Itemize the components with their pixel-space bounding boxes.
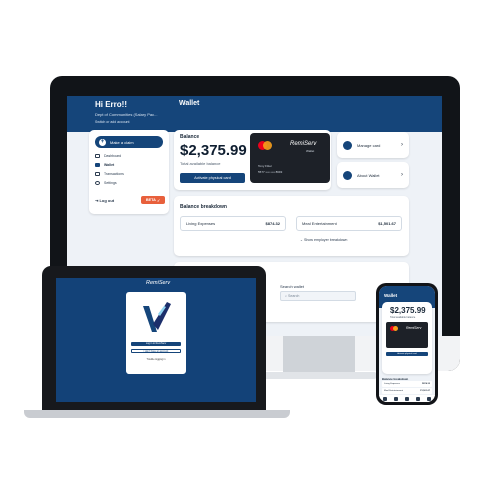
department-label: Dept of Communities (Salary Pac... xyxy=(95,112,158,117)
page-title: Wallet xyxy=(179,100,200,107)
card-holder: Tony Fitter xyxy=(258,164,273,168)
mastercard-icon-overlap xyxy=(393,326,398,331)
gear-icon xyxy=(95,181,100,185)
sidebar-item-wallet[interactable]: Wallet xyxy=(95,161,163,169)
card-brand-sub: Wallet xyxy=(306,149,315,153)
sidebar-item-label: Wallet xyxy=(104,163,115,167)
phone-title: Wallet xyxy=(384,293,398,298)
transactions-icon[interactable] xyxy=(416,396,421,401)
logout-button[interactable]: ⇥ Log out xyxy=(95,198,114,203)
logout-label: Log out xyxy=(99,198,115,203)
monitor-stand xyxy=(283,332,355,372)
sidebar-item-transactions[interactable]: Transactions xyxy=(95,170,163,178)
breakdown-item: Living Expenses $874.32 xyxy=(180,216,286,231)
balance-label: Balance xyxy=(180,134,200,140)
manage-card-button[interactable]: Manage card › xyxy=(337,132,409,158)
card-brand: RemiServ xyxy=(290,141,317,147)
phone-item-label: Living Expenses xyxy=(384,383,400,385)
about-wallet-button[interactable]: About Wallet › xyxy=(337,162,409,188)
transactions-icon xyxy=(95,172,100,176)
breakdown-item: Meal Entertainment $1,501.67 xyxy=(296,216,402,231)
monitor-stand-base xyxy=(262,372,377,379)
activate-card-button[interactable]: Activate physical card xyxy=(180,173,245,183)
chevron-right-icon: › xyxy=(401,142,403,148)
breakdown-item-label: Living Expenses xyxy=(186,221,216,226)
balance-card: Balance $2,375.99 Total available balanc… xyxy=(174,130,331,190)
laptop-base xyxy=(24,410,290,418)
greeting: Hi Erro!! xyxy=(95,100,127,109)
trouble-login-link[interactable]: Trouble logging in xyxy=(131,358,181,361)
balance-breakdown-card: Balance breakdown Living Expenses $874.3… xyxy=(174,196,409,256)
phone-item-value: $1,501.67 xyxy=(420,390,430,392)
v-check-logo-icon xyxy=(143,302,171,332)
make-claim-button[interactable]: + Make a claim xyxy=(95,136,163,148)
breakdown-item-value: $1,501.67 xyxy=(378,221,396,226)
home-icon xyxy=(95,154,100,158)
login-card: Log in to RemiServ I don't have an accou… xyxy=(126,292,186,374)
phone-breakdown-item: Meal Entertainment $1,501.67 xyxy=(382,388,432,394)
plus-icon: + xyxy=(99,138,106,146)
phone-balance-amount: $2,375.99 xyxy=(390,306,426,315)
beta-label: BETA xyxy=(145,198,156,202)
phone-item-label: Meal Entertainment xyxy=(384,390,403,392)
mastercard-icon-overlap xyxy=(263,141,272,150)
login-button[interactable]: Log in to RemiServ xyxy=(131,342,181,346)
manage-card-label: Manage card xyxy=(357,142,381,148)
breakdown-item-value: $874.32 xyxy=(265,221,280,226)
sidebar-item-label: Dashboard xyxy=(104,154,122,158)
laptop-brand-logo: RemiServ xyxy=(146,280,171,286)
phone-payment-card[interactable]: RemiServ xyxy=(386,322,428,348)
balance-amount: $2,375.99 xyxy=(180,142,247,159)
switch-account-link[interactable]: Switch or add account xyxy=(95,120,129,124)
beta-badge[interactable]: BETA ✓ xyxy=(141,196,165,204)
phone-breakdown-item: Living Expenses $874.32 xyxy=(382,381,432,387)
gear-icon[interactable] xyxy=(427,396,432,401)
wallet-icon xyxy=(95,163,100,167)
breakdown-title: Balance breakdown xyxy=(180,204,227,210)
wallet-icon[interactable] xyxy=(393,396,398,401)
sidebar: + Make a claim Dashboard Wallet Transact… xyxy=(89,130,169,214)
show-breakdown-label: Show employer breakdown xyxy=(304,238,348,242)
about-wallet-label: About Wallet xyxy=(357,172,380,178)
sidebar-item-dashboard[interactable]: Dashboard xyxy=(95,152,163,160)
plus-icon[interactable] xyxy=(404,396,409,401)
sidebar-item-settings[interactable]: Settings xyxy=(95,179,163,187)
phone-item-value: $874.32 xyxy=(422,383,430,385)
card-number: 5577 •••• •••• 8693 xyxy=(258,170,283,174)
phone-activate-button[interactable]: Activate physical card xyxy=(386,352,428,356)
make-claim-label: Make a claim xyxy=(110,139,134,145)
phone-balance-subtitle: Total available balance xyxy=(390,316,416,319)
phone-card-brand: RemiServ xyxy=(406,326,422,330)
search-label: Search wallet xyxy=(280,284,305,289)
card-icon xyxy=(343,140,352,150)
home-icon[interactable] xyxy=(382,396,387,401)
no-account-button[interactable]: I don't have an account xyxy=(131,349,181,353)
phone-screen: Wallet $2,375.99 Total available balance… xyxy=(379,286,435,402)
search-input[interactable]: ⌕ Search xyxy=(280,291,356,301)
payment-card[interactable]: RemiServ Wallet Tony Fitter 5577 •••• ••… xyxy=(250,133,330,183)
breakdown-item-label: Meal Entertainment xyxy=(302,221,337,226)
show-employer-breakdown-link[interactable]: ⌄ Show employer breakdown xyxy=(300,238,347,242)
wallet-icon xyxy=(343,170,352,180)
search-placeholder: Search xyxy=(288,294,300,298)
balance-subtitle: Total available balance xyxy=(180,161,221,166)
chevron-right-icon: › xyxy=(401,172,403,178)
phone-bottom-nav xyxy=(379,395,435,402)
phone-balance-card: $2,375.99 Total available balance RemiSe… xyxy=(382,302,432,374)
sidebar-item-label: Settings xyxy=(104,181,117,185)
laptop-screen: RemiServ Log in to RemiServ I don't have… xyxy=(56,278,256,402)
sidebar-item-label: Transactions xyxy=(104,172,124,176)
